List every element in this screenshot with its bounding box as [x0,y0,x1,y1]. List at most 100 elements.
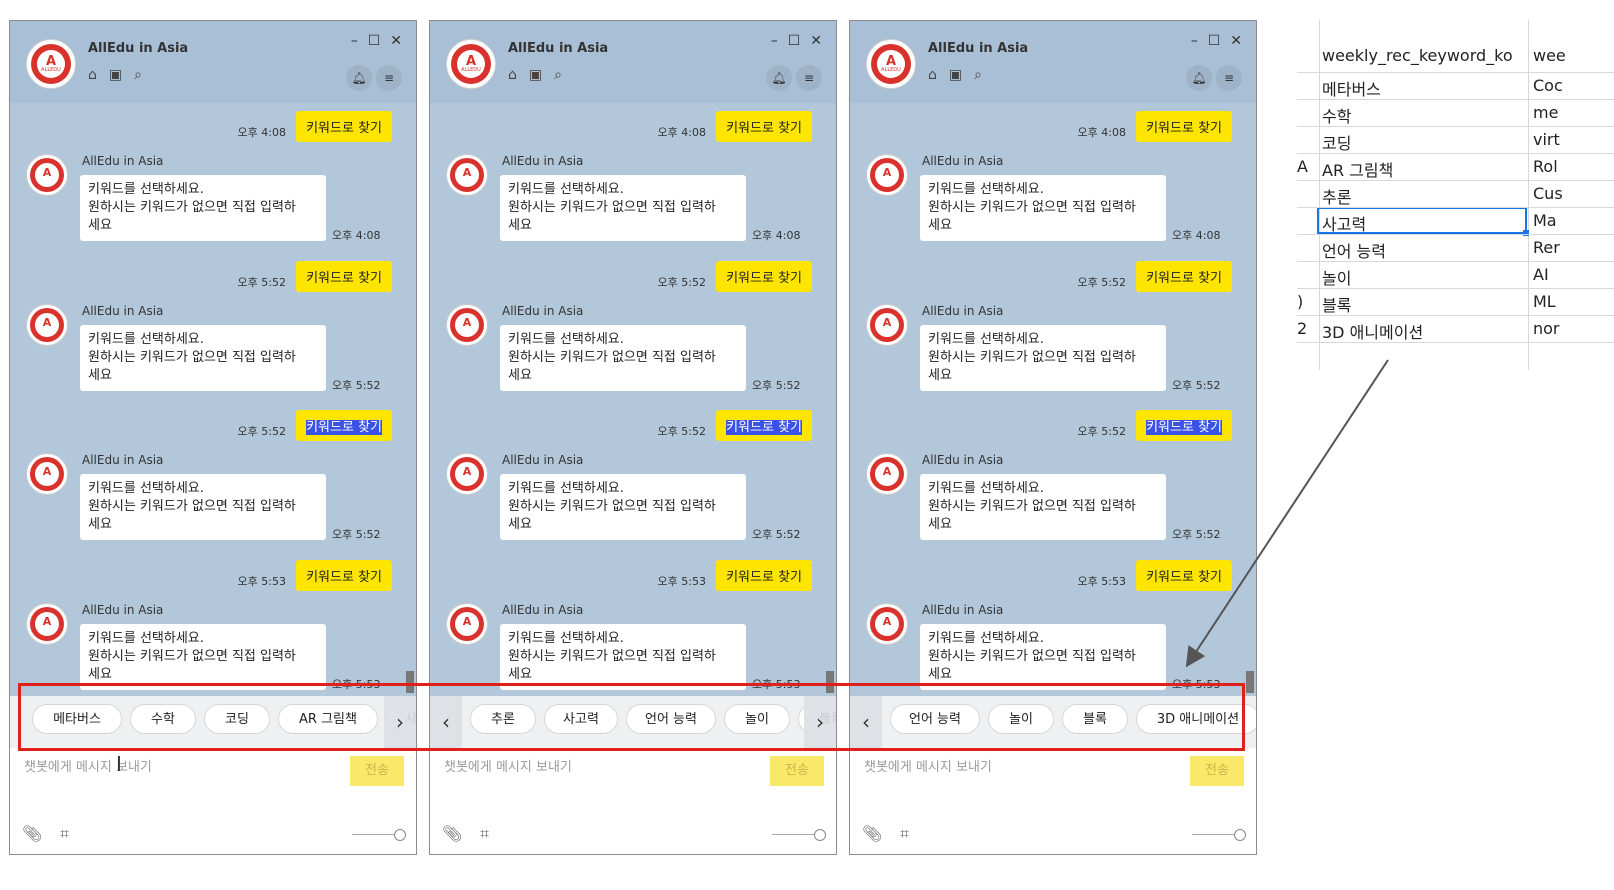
search-icon[interactable]: ⌕ [134,67,142,83]
slider-knob[interactable] [394,829,406,841]
keyword-ko-cell[interactable]: 메타버스 [1322,76,1381,100]
user-message-bubble[interactable]: 키워드로 찾기 [296,560,392,591]
keyword-ko-cell[interactable]: 수학 [1322,103,1351,127]
message-input[interactable]: 챗봇에게 메시지 보내기 [444,756,572,775]
search-icon[interactable]: ⌕ [554,67,562,83]
keyword-ko-cell[interactable]: 추론 [1322,184,1351,208]
keyword-en-cell[interactable]: nor [1533,319,1560,338]
attach-icon[interactable]: 📎︎ [862,824,882,843]
bell-icon[interactable]: 🔔︎ [766,65,792,91]
attach-icon[interactable]: 📎︎ [22,824,42,843]
bot-message-bubble[interactable]: 키워드를 선택하세요. 원하시는 키워드가 없으면 직접 입력하 세요 [500,624,746,690]
minimize-button[interactable]: – [351,33,358,49]
inbox-icon[interactable]: ▣ [949,67,962,83]
bot-avatar[interactable]: A [26,154,68,196]
attach-icon[interactable]: 📎︎ [442,824,462,843]
send-button[interactable]: 전송 [770,756,824,786]
bot-avatar[interactable]: A [866,154,908,196]
home-icon[interactable]: ⌂ [508,67,517,83]
inbox-icon[interactable]: ▣ [529,67,542,83]
bot-avatar[interactable]: A [866,603,908,645]
keyword-en-cell[interactable]: Rol [1533,157,1558,176]
close-button[interactable]: ✕ [1230,33,1242,49]
slider-knob[interactable] [1234,829,1246,841]
user-message-bubble[interactable]: 키워드로 찾기 [1136,560,1232,591]
capture-icon[interactable]: ⌗ [480,824,489,844]
user-message-bubble[interactable]: 키워드로 찾기 [716,410,812,441]
opacity-slider[interactable] [352,829,406,841]
keyword-en-cell[interactable]: Coc [1533,76,1563,95]
search-icon[interactable]: ⌕ [974,67,982,83]
bot-message-bubble[interactable]: 키워드를 선택하세요. 원하시는 키워드가 없으면 직접 입력하 세요 [500,325,746,391]
keyword-ko-cell[interactable]: 블록 [1322,292,1351,316]
keyword-en-cell[interactable]: virt [1533,130,1560,149]
capture-icon[interactable]: ⌗ [900,824,909,844]
keyword-en-cell[interactable]: Ma [1533,211,1557,230]
bot-message-bubble[interactable]: 키워드를 선택하세요. 원하시는 키워드가 없으면 직접 입력하 세요 [500,175,746,241]
menu-icon[interactable]: ≡ [1216,65,1242,91]
capture-icon[interactable]: ⌗ [60,824,69,844]
minimize-button[interactable]: – [1191,33,1198,49]
user-message-bubble[interactable]: 키워드로 찾기 [296,111,392,142]
keyword-ko-cell[interactable]: AR 그림책 [1322,157,1393,181]
bot-message-bubble[interactable]: 키워드를 선택하세요. 원하시는 키워드가 없으면 직접 입력하 세요 [80,325,326,391]
user-message-bubble[interactable]: 키워드로 찾기 [716,111,812,142]
keyword-ko-cell[interactable]: 놀이 [1322,265,1351,289]
home-icon[interactable]: ⌂ [88,67,97,83]
bot-message-bubble[interactable]: 키워드를 선택하세요. 원하시는 키워드가 없으면 직접 입력하 세요 [80,624,326,690]
maximize-button[interactable]: ☐ [1208,33,1221,49]
keyword-ko-cell[interactable]: 언어 능력 [1322,238,1386,262]
keyword-ko-cell[interactable]: 3D 애니메이션 [1322,319,1423,343]
column-header-ko[interactable]: weekly_rec_keyword_ko [1322,46,1513,65]
keyword-ko-cell[interactable]: 코딩 [1322,130,1351,154]
message-input[interactable]: 챗봇에게 메시지 보내기 [864,756,992,775]
keyword-en-cell[interactable]: me [1533,103,1558,122]
maximize-button[interactable]: ☐ [368,33,381,49]
user-message-bubble[interactable]: 키워드로 찾기 [1136,410,1232,441]
bot-avatar[interactable]: A [446,453,488,495]
bot-message-bubble[interactable]: 키워드를 선택하세요. 원하시는 키워드가 없으면 직접 입력하 세요 [80,175,326,241]
keyword-en-cell[interactable]: Cus [1533,184,1563,203]
user-message-bubble[interactable]: 키워드로 찾기 [716,560,812,591]
bot-message-bubble[interactable]: 키워드를 선택하세요. 원하시는 키워드가 없으면 직접 입력하 세요 [920,474,1166,540]
opacity-slider[interactable] [1192,829,1246,841]
column-header-en[interactable]: wee [1533,46,1566,65]
send-button[interactable]: 전송 [1190,756,1244,786]
minimize-button[interactable]: – [771,33,778,49]
user-message-bubble[interactable]: 키워드로 찾기 [1136,111,1232,142]
user-message-bubble[interactable]: 키워드로 찾기 [1136,261,1232,292]
user-message-bubble[interactable]: 키워드로 찾기 [296,410,392,441]
menu-icon[interactable]: ≡ [376,65,402,91]
bot-avatar[interactable]: A [866,304,908,346]
keyword-en-cell[interactable]: ML [1533,292,1556,311]
bot-message-bubble[interactable]: 키워드를 선택하세요. 원하시는 키워드가 없으면 직접 입력하 세요 [920,175,1166,241]
bot-message-bubble[interactable]: 키워드를 선택하세요. 원하시는 키워드가 없으면 직접 입력하 세요 [920,325,1166,391]
inbox-icon[interactable]: ▣ [109,67,122,83]
fill-handle[interactable] [1523,230,1529,236]
opacity-slider[interactable] [772,829,826,841]
close-button[interactable]: ✕ [390,33,402,49]
bell-icon[interactable]: 🔔︎ [1186,65,1212,91]
send-button[interactable]: 전송 [350,756,404,786]
chat-scrollbar[interactable] [1246,671,1254,693]
bell-icon[interactable]: 🔔︎ [346,65,372,91]
keyword-en-cell[interactable]: Rer [1533,238,1560,257]
bot-avatar[interactable]: A [866,453,908,495]
message-input[interactable]: 챗봇에게 메시지 보내기 [24,756,152,775]
bot-avatar[interactable]: A [26,453,68,495]
selected-cell[interactable] [1317,207,1529,236]
bot-avatar[interactable]: A [446,603,488,645]
home-icon[interactable]: ⌂ [928,67,937,83]
bot-avatar[interactable]: A [26,304,68,346]
maximize-button[interactable]: ☐ [788,33,801,49]
bot-message-bubble[interactable]: 키워드를 선택하세요. 원하시는 키워드가 없으면 직접 입력하 세요 [80,474,326,540]
keyword-en-cell[interactable]: AI [1533,265,1549,284]
user-message-bubble[interactable]: 키워드로 찾기 [716,261,812,292]
slider-knob[interactable] [814,829,826,841]
user-message-bubble[interactable]: 키워드로 찾기 [296,261,392,292]
bot-avatar[interactable]: A [446,154,488,196]
bot-message-bubble[interactable]: 키워드를 선택하세요. 원하시는 키워드가 없으면 직접 입력하 세요 [500,474,746,540]
bot-avatar[interactable]: A [446,304,488,346]
close-button[interactable]: ✕ [810,33,822,49]
bot-message-bubble[interactable]: 키워드를 선택하세요. 원하시는 키워드가 없으면 직접 입력하 세요 [920,624,1166,690]
